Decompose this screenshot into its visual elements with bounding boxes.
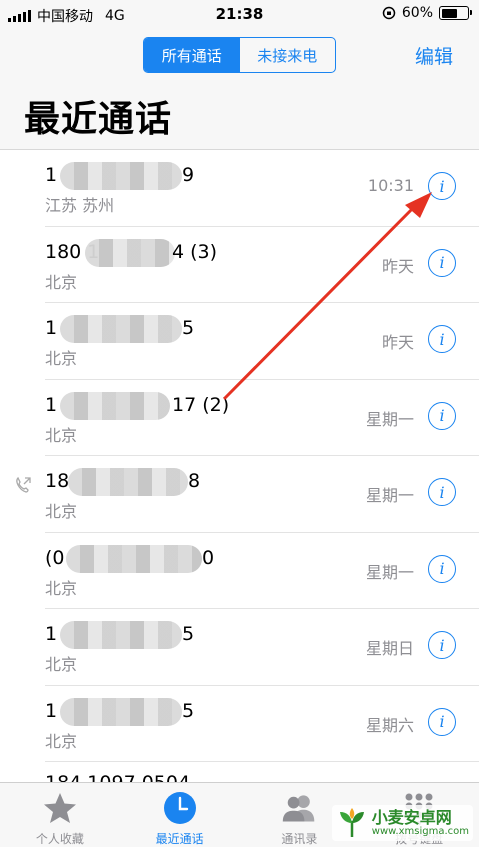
call-location: 北京 bbox=[45, 425, 78, 445]
call-time: 星期一 bbox=[365, 562, 414, 582]
info-icon[interactable]: i bbox=[428, 325, 456, 353]
info-icon[interactable]: i bbox=[428, 631, 456, 659]
call-location: 北京 bbox=[45, 731, 78, 751]
redaction-blur bbox=[68, 468, 188, 496]
call-number-prefix: 1 bbox=[45, 164, 58, 186]
page-title: 最近通话 bbox=[24, 99, 173, 140]
list-item[interactable]: 1 9 江苏 苏州 10:31 i bbox=[0, 150, 479, 227]
info-icon[interactable]: i bbox=[428, 707, 456, 736]
tab-recents[interactable]: 最近通话 bbox=[120, 783, 240, 847]
call-time: 星期日 bbox=[365, 639, 414, 658]
rotation-lock-icon bbox=[382, 6, 396, 20]
call-number-prefix: 18 bbox=[45, 470, 70, 492]
call-time: 星期六 bbox=[365, 715, 414, 735]
list-item[interactable]: 1 5 北京 星期日 i bbox=[0, 609, 479, 686]
list-item[interactable]: 1 5 北京 星期六 i bbox=[0, 686, 479, 763]
outgoing-call-icon bbox=[16, 476, 31, 493]
call-location: 江苏 苏州 bbox=[45, 196, 115, 215]
battery-percent: 60% bbox=[401, 5, 433, 21]
recent-calls-list: 1 9 江苏 苏州 10:31 i 180 1 4 (3) 北京 昨天 i 1 … bbox=[0, 150, 479, 782]
list-item[interactable]: 18 8 北京 星期一 i bbox=[0, 456, 479, 533]
redaction-blur bbox=[60, 391, 170, 420]
info-icon[interactable]: i bbox=[428, 478, 456, 506]
watermark-url: www.xmsigma.com bbox=[371, 826, 469, 838]
watermark-name: 小麦安卓网 bbox=[371, 807, 452, 827]
contacts-icon bbox=[281, 791, 317, 825]
info-icon[interactable]: i bbox=[428, 172, 456, 200]
call-number-suffix: 17 (2) bbox=[172, 393, 230, 416]
call-number-suffix: 0 bbox=[202, 546, 215, 569]
call-number-suffix: 5 bbox=[182, 623, 195, 645]
call-number-prefix: 1 bbox=[45, 699, 58, 722]
edit-button[interactable]: 编辑 bbox=[415, 42, 453, 69]
info-icon[interactable]: i bbox=[428, 248, 456, 277]
call-number-suffix: 8 bbox=[188, 470, 201, 492]
call-number-prefix: 1 bbox=[45, 393, 58, 416]
battery-icon bbox=[439, 6, 472, 20]
call-location: 北京 bbox=[45, 578, 78, 598]
call-number-prefix: 1 bbox=[45, 317, 58, 339]
list-item[interactable]: 184 1097 0504 bbox=[0, 762, 479, 782]
star-icon bbox=[42, 791, 78, 825]
call-time: 星期一 bbox=[365, 486, 414, 505]
call-time: 昨天 bbox=[381, 256, 414, 276]
segment-all-calls[interactable]: 所有通话 bbox=[144, 38, 240, 72]
navigation-bar: 所有通话 未接来电 编辑 最近通话 bbox=[0, 30, 479, 150]
call-location: 北京 bbox=[45, 272, 78, 292]
call-time: 星期一 bbox=[365, 409, 414, 429]
status-bar: 中国移动 4G 21:38 60% bbox=[0, 0, 479, 30]
list-item[interactable]: (0 0 北京 星期一 i bbox=[0, 533, 479, 610]
call-location: 北京 bbox=[45, 655, 78, 674]
call-time: 10:31 bbox=[367, 176, 414, 195]
call-number-suffix: 5 bbox=[182, 317, 195, 339]
info-icon[interactable]: i bbox=[428, 554, 456, 583]
redaction-blur bbox=[66, 544, 202, 573]
tab-favorites[interactable]: 个人收藏 bbox=[0, 783, 120, 847]
redaction-blur bbox=[85, 238, 175, 267]
redaction-blur bbox=[60, 162, 182, 190]
call-number-prefix: 1 bbox=[45, 623, 58, 645]
call-number: 184 1097 0504 bbox=[45, 772, 190, 782]
site-watermark: 小麦安卓网 www.xmsigma.com bbox=[331, 805, 473, 841]
redaction-blur bbox=[60, 621, 182, 649]
list-item[interactable]: 1 17 (2) 北京 星期一 i bbox=[0, 380, 479, 457]
plant-logo-icon bbox=[339, 808, 364, 837]
call-number-suffix: 5 bbox=[182, 699, 195, 722]
redaction-blur bbox=[60, 697, 182, 726]
status-right: 60% bbox=[382, 5, 472, 21]
call-time: 昨天 bbox=[381, 333, 414, 352]
segment-missed-calls[interactable]: 未接来电 bbox=[240, 38, 336, 72]
call-number-suffix: 9 bbox=[182, 164, 195, 186]
tab-label: 最近通话 bbox=[155, 832, 204, 846]
call-number-prefix: (0 bbox=[45, 546, 65, 569]
call-location: 北京 bbox=[45, 502, 78, 521]
call-location: 北京 bbox=[45, 349, 78, 368]
info-icon[interactable]: i bbox=[428, 401, 456, 430]
tab-label: 通讯录 bbox=[281, 832, 318, 846]
redaction-blur bbox=[60, 315, 182, 343]
call-filter-segmented-control: 所有通话 未接来电 bbox=[143, 37, 336, 73]
list-item[interactable]: 180 1 4 (3) 北京 昨天 i bbox=[0, 227, 479, 304]
call-number-suffix: 4 (3) bbox=[172, 240, 218, 263]
clock-icon bbox=[162, 791, 198, 825]
tab-label: 个人收藏 bbox=[35, 832, 84, 846]
list-item[interactable]: 1 5 北京 昨天 i bbox=[0, 303, 479, 380]
